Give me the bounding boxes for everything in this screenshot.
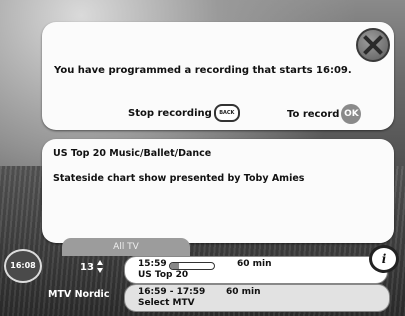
tab-all-tv[interactable]: All TV	[62, 238, 190, 256]
next-programme[interactable]: 16:59 - 17:59 60 min Select MTV	[124, 284, 390, 312]
next-programme-duration: 60 min	[226, 287, 261, 297]
programme-title: US Top 20 Music/Ballet/Dance	[53, 148, 212, 159]
channel-name: MTV Nordic	[48, 289, 110, 300]
recording-dialog: You have programmed a recording that sta…	[42, 22, 394, 130]
info-icon[interactable]: i	[369, 245, 399, 273]
next-programme-time: 16:59 - 17:59	[138, 287, 206, 297]
ok-key-icon: OK	[341, 104, 362, 124]
tv-screen: You have programmed a recording that sta…	[0, 0, 405, 316]
programme-info-panel: US Top 20 Music/Ballet/Dance Stateside c…	[42, 139, 394, 243]
channel-number: 13	[80, 262, 94, 273]
programme-progress-bar	[169, 262, 215, 270]
close-icon[interactable]	[356, 28, 390, 62]
programme-progress-fill	[170, 263, 179, 269]
current-programme[interactable]: 15:59 60 min US Top 20	[124, 256, 388, 284]
back-key-icon: BACK	[213, 104, 240, 122]
to-record-label: To record	[287, 108, 340, 120]
channel-up-down-icon[interactable]	[97, 260, 103, 274]
programme-description: Stateside chart show presented by Toby A…	[53, 173, 305, 184]
current-programme-time: 15:59	[138, 259, 167, 269]
stop-recording-button[interactable]: Stop recording BACK	[128, 104, 240, 122]
current-programme-duration: 60 min	[237, 259, 272, 269]
clock: 16:08	[4, 249, 42, 283]
dialog-message: You have programmed a recording that sta…	[54, 65, 352, 76]
next-programme-title: Select MTV	[138, 298, 195, 308]
to-record-button[interactable]: To record OK	[287, 104, 362, 124]
stop-recording-label: Stop recording	[128, 107, 212, 119]
current-programme-title: US Top 20	[138, 270, 189, 280]
